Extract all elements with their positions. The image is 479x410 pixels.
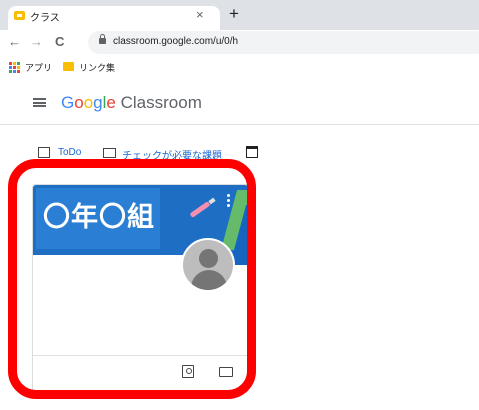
brand-letter: o xyxy=(74,93,84,112)
classroom-favicon-icon xyxy=(14,11,25,20)
brand-letter: g xyxy=(93,93,103,112)
tab-title: クラス xyxy=(30,13,60,24)
lock-icon[interactable] xyxy=(99,34,106,44)
menu-icon[interactable] xyxy=(33,98,46,107)
forward-button[interactable]: → xyxy=(30,34,43,49)
brand-product: Classroom xyxy=(115,93,202,112)
brand-letter: o xyxy=(83,93,94,112)
brand-letter: G xyxy=(61,93,75,112)
folder-icon[interactable] xyxy=(63,62,74,71)
highlight-frame xyxy=(8,159,256,399)
calendar-icon[interactable] xyxy=(246,146,258,158)
bookmark-apps[interactable]: アプリ xyxy=(25,61,52,74)
app-logo[interactable]: Google Classroom xyxy=(61,93,202,113)
apps-grid-icon[interactable] xyxy=(9,62,20,73)
back-button[interactable]: ← xyxy=(8,34,21,49)
header-divider xyxy=(0,124,479,125)
new-tab-button[interactable]: + xyxy=(229,4,239,24)
todo-link[interactable]: ToDo xyxy=(58,147,81,158)
url-text[interactable]: classroom.google.com/u/0/h xyxy=(113,36,238,47)
tab-close-button[interactable]: × xyxy=(196,7,204,22)
todo-icon[interactable] xyxy=(38,147,50,158)
bookmark-links[interactable]: リンク集 xyxy=(79,61,115,74)
review-tray-icon[interactable] xyxy=(103,148,116,158)
brand-letter: e xyxy=(106,93,116,112)
reload-button[interactable]: C xyxy=(55,34,64,49)
